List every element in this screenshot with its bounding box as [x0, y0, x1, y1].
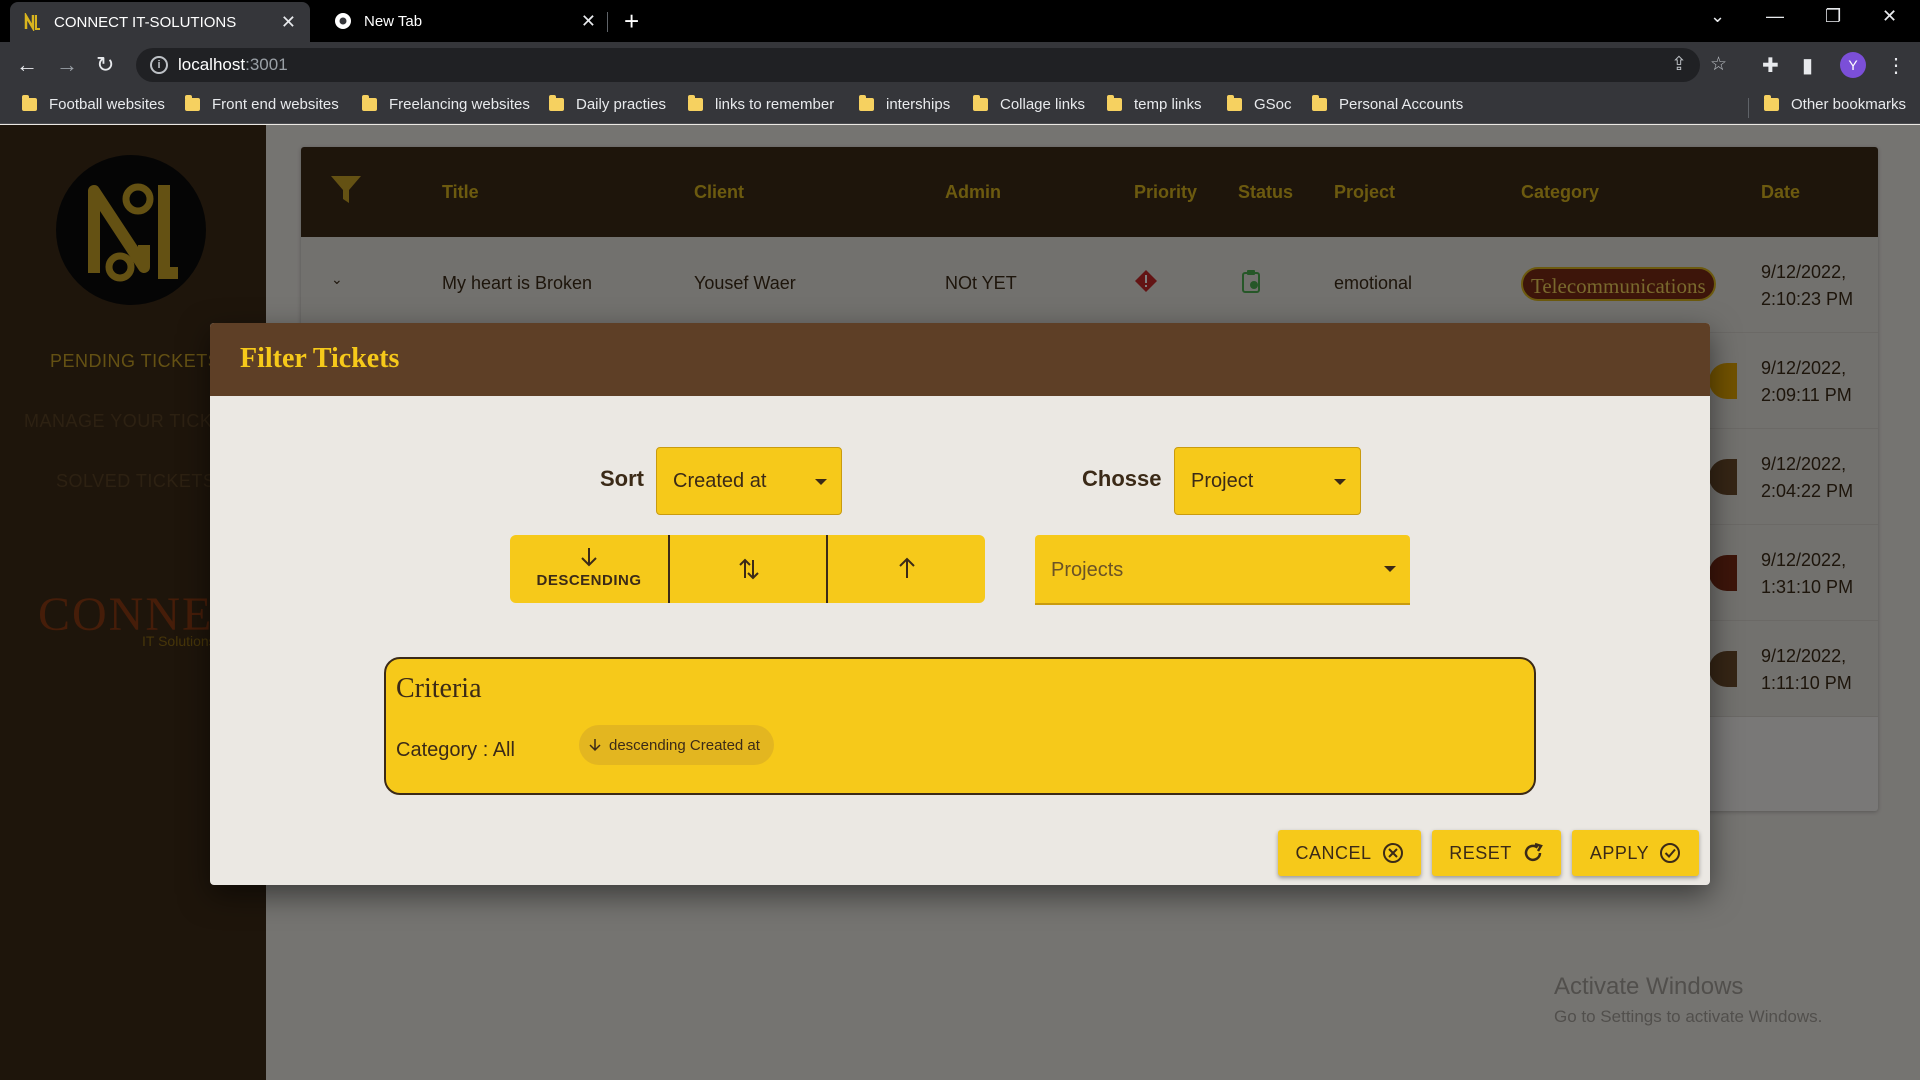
folder-icon	[973, 95, 988, 111]
minimize-icon[interactable]: —	[1766, 6, 1784, 27]
descending-label: DESCENDING	[536, 572, 642, 589]
other-bookmarks[interactable]: Other bookmarks	[1764, 95, 1906, 113]
tab-search-icon[interactable]: ⌄	[1710, 6, 1725, 27]
tab-close-icon[interactable]: ✕	[281, 12, 296, 33]
tab-new-tab[interactable]: New Tab ✕	[320, 0, 610, 42]
bookmark-folder[interactable]: Collage links	[973, 95, 1085, 113]
bookmark-folder[interactable]: Freelancing websites	[362, 95, 530, 113]
back-icon[interactable]: ←	[16, 51, 38, 79]
bookmark-folder[interactable]: Front end websites	[185, 95, 339, 113]
folder-icon	[1107, 95, 1122, 111]
reset-button-label: RESET	[1449, 842, 1512, 863]
forward-icon[interactable]: →	[56, 51, 78, 79]
criteria-title: Criteria	[396, 673, 482, 704]
address-text: localhost:3001	[178, 55, 288, 74]
bookmark-folder[interactable]: temp links	[1107, 95, 1202, 113]
choose-select[interactable]: Project	[1174, 447, 1361, 515]
apply-button[interactable]: APPLY	[1572, 830, 1699, 876]
new-tab-icon[interactable]: +	[624, 4, 639, 38]
criteria-category: Category : All	[396, 739, 515, 761]
arrow-down-icon	[589, 739, 601, 752]
side-panel-icon[interactable]: ▮	[1802, 53, 1813, 78]
bookmark-folder[interactable]: Daily practies	[549, 95, 666, 113]
extensions-icon[interactable]: ✚	[1762, 53, 1779, 78]
share-icon[interactable]: ⇪	[1671, 53, 1687, 76]
criteria-box: Criteria Category : All descending Creat…	[384, 657, 1536, 795]
sort-ascending-button[interactable]	[828, 535, 985, 603]
sort-order-toggle-group: DESCENDING	[510, 535, 985, 603]
sort-label: Sort	[600, 466, 644, 491]
address-bar[interactable]: i localhost:3001 ⇪ ☆	[136, 48, 1727, 82]
criteria-sort-chip[interactable]: descending Created at	[579, 725, 774, 765]
sort-select[interactable]: Created at	[656, 447, 842, 515]
dropdown-arrow-icon	[1384, 566, 1396, 572]
bookmark-folder[interactable]: GSoc	[1227, 95, 1292, 113]
browser-menu-icon[interactable]: ⋮	[1886, 53, 1906, 78]
dialog-title: Filter Tickets	[240, 343, 400, 374]
sort-unsorted-button[interactable]	[670, 535, 828, 603]
reload-icon[interactable]: ↻	[96, 51, 114, 79]
bookmark-folder[interactable]: Personal Accounts	[1312, 95, 1463, 113]
reset-button[interactable]: RESET	[1432, 830, 1561, 876]
swap-vertical-icon	[739, 558, 759, 580]
choose-select-value: Project	[1191, 470, 1254, 492]
arrow-up-icon	[899, 557, 915, 578]
folder-icon	[1227, 95, 1242, 111]
folder-icon	[688, 95, 703, 111]
cancel-circle-icon	[1382, 843, 1403, 863]
folder-icon	[22, 95, 37, 111]
tab-title: New Tab	[364, 12, 423, 30]
tab-connect-it[interactable]: CONNECT IT-SOLUTIONS ✕	[10, 2, 310, 42]
folder-icon	[859, 95, 874, 111]
folder-icon	[362, 95, 377, 111]
apply-button-label: APPLY	[1589, 842, 1650, 863]
arrow-down-icon	[581, 548, 597, 567]
dropdown-arrow-icon	[815, 479, 827, 485]
dialog-header: Filter Tickets	[210, 323, 1710, 396]
cancel-button-label: CANCEL	[1295, 842, 1372, 863]
browser-toolbar: ← → ↻ i localhost:3001 ⇪ ☆ ✚ ▮ Y ⋮	[0, 42, 1920, 88]
folder-icon	[549, 95, 564, 111]
dropdown-arrow-icon	[1334, 479, 1346, 485]
folder-icon	[1312, 95, 1327, 111]
sort-descending-button[interactable]: DESCENDING	[510, 535, 668, 603]
choose-label: Chosse	[1082, 466, 1162, 491]
sort-select-value: Created at	[673, 470, 767, 492]
folder-icon	[1764, 95, 1779, 111]
bookmark-folder[interactable]: interships	[859, 95, 950, 113]
chrome-icon	[335, 13, 351, 29]
browser-tab-bar: CONNECT IT-SOLUTIONS ✕ New Tab ✕ + ⌄ — ❐…	[0, 0, 1920, 42]
projects-placeholder: Projects	[1051, 559, 1124, 581]
restore-icon[interactable]: ❐	[1825, 6, 1841, 27]
filter-tickets-dialog: Filter Tickets Sort Created at Chosse Pr…	[210, 323, 1710, 885]
tab-close-icon[interactable]: ✕	[581, 11, 596, 32]
bookmark-folder[interactable]: Football websites	[22, 95, 165, 113]
close-window-icon[interactable]: ✕	[1882, 6, 1897, 27]
folder-icon	[185, 95, 200, 111]
cancel-button[interactable]: CANCEL	[1278, 830, 1421, 876]
profile-avatar[interactable]: Y	[1840, 52, 1866, 78]
site-favicon-icon	[24, 13, 40, 31]
refresh-icon	[1524, 842, 1543, 862]
projects-select[interactable]: Projects	[1035, 535, 1410, 605]
tab-title: CONNECT IT-SOLUTIONS	[54, 13, 237, 31]
site-info-icon[interactable]: i	[150, 56, 168, 74]
bookmarks-bar: Football websites Front end websites Fre…	[0, 88, 1920, 124]
criteria-chip-label: descending Created at	[609, 736, 760, 754]
bookmark-star-icon[interactable]: ☆	[1710, 53, 1727, 76]
bookmarks-separator	[1748, 98, 1749, 118]
bookmark-folder[interactable]: links to remember	[688, 95, 834, 113]
check-circle-icon	[1660, 843, 1681, 863]
